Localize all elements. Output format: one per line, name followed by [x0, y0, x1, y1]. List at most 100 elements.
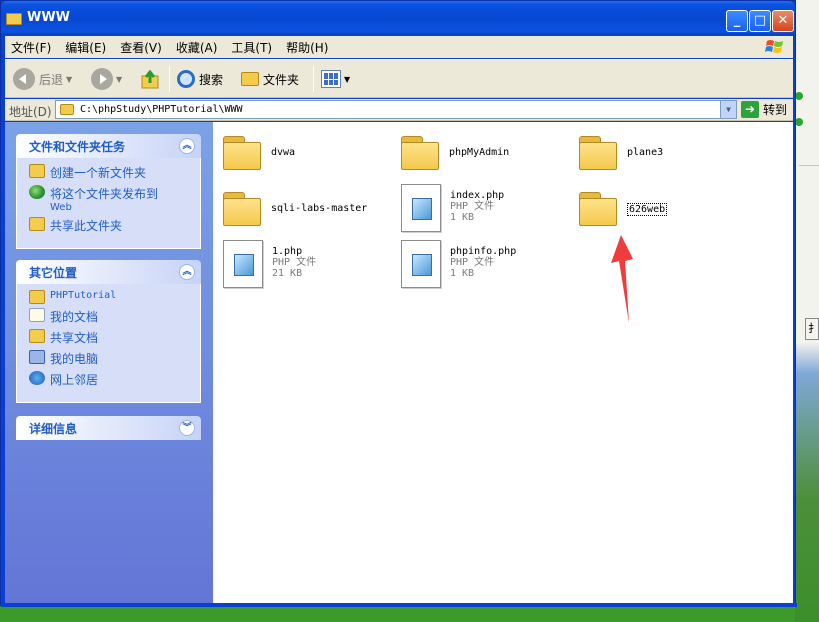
folder-icon — [223, 190, 261, 226]
file-item-626web[interactable]: 626web — [579, 190, 668, 226]
status-dot — [795, 118, 803, 126]
address-bar: 地址(D) C:\phpStudy\PHPTutorial\WWW ▼ ➜ 转到 — [5, 99, 793, 121]
panel-header[interactable]: 文件和文件夹任务 ︽ — [16, 134, 201, 158]
background-window-edge — [799, 165, 819, 305]
file-type: PHP 文件 — [272, 257, 317, 268]
folders-label: 文件夹 — [263, 72, 300, 87]
folder-icon — [579, 134, 617, 170]
menu-tools[interactable]: 工具(T) — [231, 39, 272, 56]
menu-favorites[interactable]: 收藏(A) — [176, 39, 218, 56]
file-item-1-php[interactable]: 1.php PHP 文件 21 KB — [223, 240, 316, 288]
folder-icon — [60, 104, 74, 115]
chevron-down-icon: ▼ — [344, 74, 351, 84]
back-label: 后退 — [39, 72, 64, 87]
background-desktop: 扌 — [795, 0, 819, 622]
task-label-main: 将这个文件夹发布到 — [50, 187, 159, 201]
file-item-dvwa[interactable]: dvwa — [223, 134, 295, 170]
address-path: C:\phpStudy\PHPTutorial\WWW — [80, 104, 243, 115]
forward-button[interactable]: ▼ — [91, 67, 122, 91]
menu-bar: 文件(F) 编辑(E) 查看(V) 收藏(A) 工具(T) 帮助(H) — [5, 36, 793, 58]
background-button[interactable]: 扌 — [805, 318, 819, 340]
go-button[interactable]: ➜ 转到 — [741, 101, 787, 118]
place-label: 我的文档 — [50, 310, 99, 324]
menu-edit[interactable]: 编辑(E) — [65, 39, 106, 56]
folder-up-icon — [141, 69, 159, 89]
folder-icon — [29, 329, 45, 343]
menu-view[interactable]: 查看(V) — [120, 39, 162, 56]
file-item-phpinfo-php[interactable]: phpinfo.php PHP 文件 1 KB — [401, 240, 516, 288]
place-my-computer[interactable]: 我的电脑 — [29, 350, 192, 367]
minimize-button[interactable]: _ — [726, 10, 748, 32]
globe-icon — [29, 185, 45, 199]
panel-header[interactable]: 详细信息 ︾ — [16, 416, 201, 440]
file-name: plane3 — [627, 147, 664, 158]
place-shared-documents[interactable]: 共享文档 — [29, 329, 192, 346]
collapse-icon[interactable]: ︽ — [179, 138, 195, 154]
explorer-window: WWW _ □ ✕ 文件(F) 编辑(E) 查看(V) 收藏(A) 工具(T) … — [0, 0, 797, 607]
back-button[interactable]: 后退 ▼ — [13, 67, 72, 91]
file-name: index.php — [450, 190, 505, 201]
menu-file[interactable]: 文件(F) — [11, 39, 51, 56]
file-type: PHP 文件 — [450, 257, 495, 268]
new-folder-icon — [29, 164, 45, 178]
place-phptutorial[interactable]: PHPTutorial — [29, 290, 192, 304]
panel-title: 文件和文件夹任务 — [29, 139, 126, 154]
task-new-folder[interactable]: 创建一个新文件夹 — [29, 164, 192, 181]
php-file-icon — [401, 184, 441, 232]
search-button[interactable]: 搜索 — [177, 67, 223, 91]
share-folder-icon — [29, 217, 45, 231]
file-name: 626web — [627, 203, 668, 216]
folders-button[interactable]: 文件夹 — [241, 67, 299, 91]
place-network[interactable]: 网上邻居 — [29, 371, 192, 388]
toolbar: 后退 ▼ ▼ 搜索 文件夹 ▼ — [5, 59, 793, 98]
task-label: 将这个文件夹发布到 Web — [50, 185, 158, 213]
panel-body: 创建一个新文件夹 将这个文件夹发布到 Web 共享此文件夹 — [16, 158, 201, 249]
menu-help[interactable]: 帮助(H) — [286, 39, 328, 56]
file-name: phpinfo.php — [450, 246, 517, 257]
close-button[interactable]: ✕ — [772, 10, 794, 32]
place-my-documents[interactable]: 我的文档 — [29, 308, 192, 325]
up-folder-button[interactable] — [141, 67, 161, 91]
address-input[interactable]: C:\phpStudy\PHPTutorial\WWW ▼ — [55, 100, 737, 119]
task-publish-web[interactable]: 将这个文件夹发布到 Web — [29, 185, 192, 213]
file-name: 1.php — [272, 246, 303, 257]
title-bar[interactable]: WWW _ □ ✕ — [1, 1, 795, 35]
file-size: 1 KB — [450, 212, 475, 223]
folder-icon — [223, 134, 261, 170]
place-label: 共享文档 — [50, 331, 99, 345]
task-share-folder[interactable]: 共享此文件夹 — [29, 217, 192, 234]
task-label: 共享此文件夹 — [50, 219, 123, 233]
details-panel: 详细信息 ︾ — [16, 416, 201, 440]
expand-icon[interactable]: ︾ — [179, 420, 195, 436]
file-item-sqli-labs-master[interactable]: sqli-labs-master — [223, 190, 367, 226]
panel-header[interactable]: 其它位置 ︽ — [16, 260, 201, 284]
file-size: 1 KB — [450, 268, 475, 279]
folder-icon — [241, 72, 259, 86]
file-item-index-php[interactable]: index.php PHP 文件 1 KB — [401, 184, 504, 232]
panel-title: 详细信息 — [29, 421, 78, 436]
address-dropdown-button[interactable]: ▼ — [720, 101, 736, 118]
place-label: 网上邻居 — [50, 373, 99, 387]
computer-icon — [29, 350, 45, 364]
other-places-panel: 其它位置 ︽ PHPTutorial 我的文档 共享文档 我的电脑 网上邻居 — [16, 260, 201, 403]
maximize-button[interactable]: □ — [749, 10, 771, 32]
file-list: dvwa phpMyAdmin plane3 sqli-labs-master … — [213, 122, 793, 603]
file-item-phpmyadmin[interactable]: phpMyAdmin — [401, 134, 509, 170]
toolbar-separator — [169, 66, 170, 92]
documents-icon — [29, 308, 45, 322]
task-label-sub: Web — [50, 202, 72, 213]
folder-icon — [6, 13, 22, 25]
window-border — [1, 603, 797, 607]
search-icon — [177, 70, 195, 88]
folder-icon — [579, 190, 617, 226]
go-arrow-icon: ➜ — [741, 101, 759, 118]
collapse-icon[interactable]: ︽ — [179, 264, 195, 280]
back-arrow-icon — [13, 68, 35, 90]
views-button[interactable]: ▼ — [321, 67, 350, 91]
go-label: 转到 — [763, 103, 788, 117]
task-label: 创建一个新文件夹 — [50, 166, 147, 180]
file-item-plane3[interactable]: plane3 — [579, 134, 664, 170]
window-title: WWW — [27, 10, 71, 25]
chevron-down-icon: ▼ — [66, 74, 73, 84]
place-label: 我的电脑 — [50, 352, 99, 366]
